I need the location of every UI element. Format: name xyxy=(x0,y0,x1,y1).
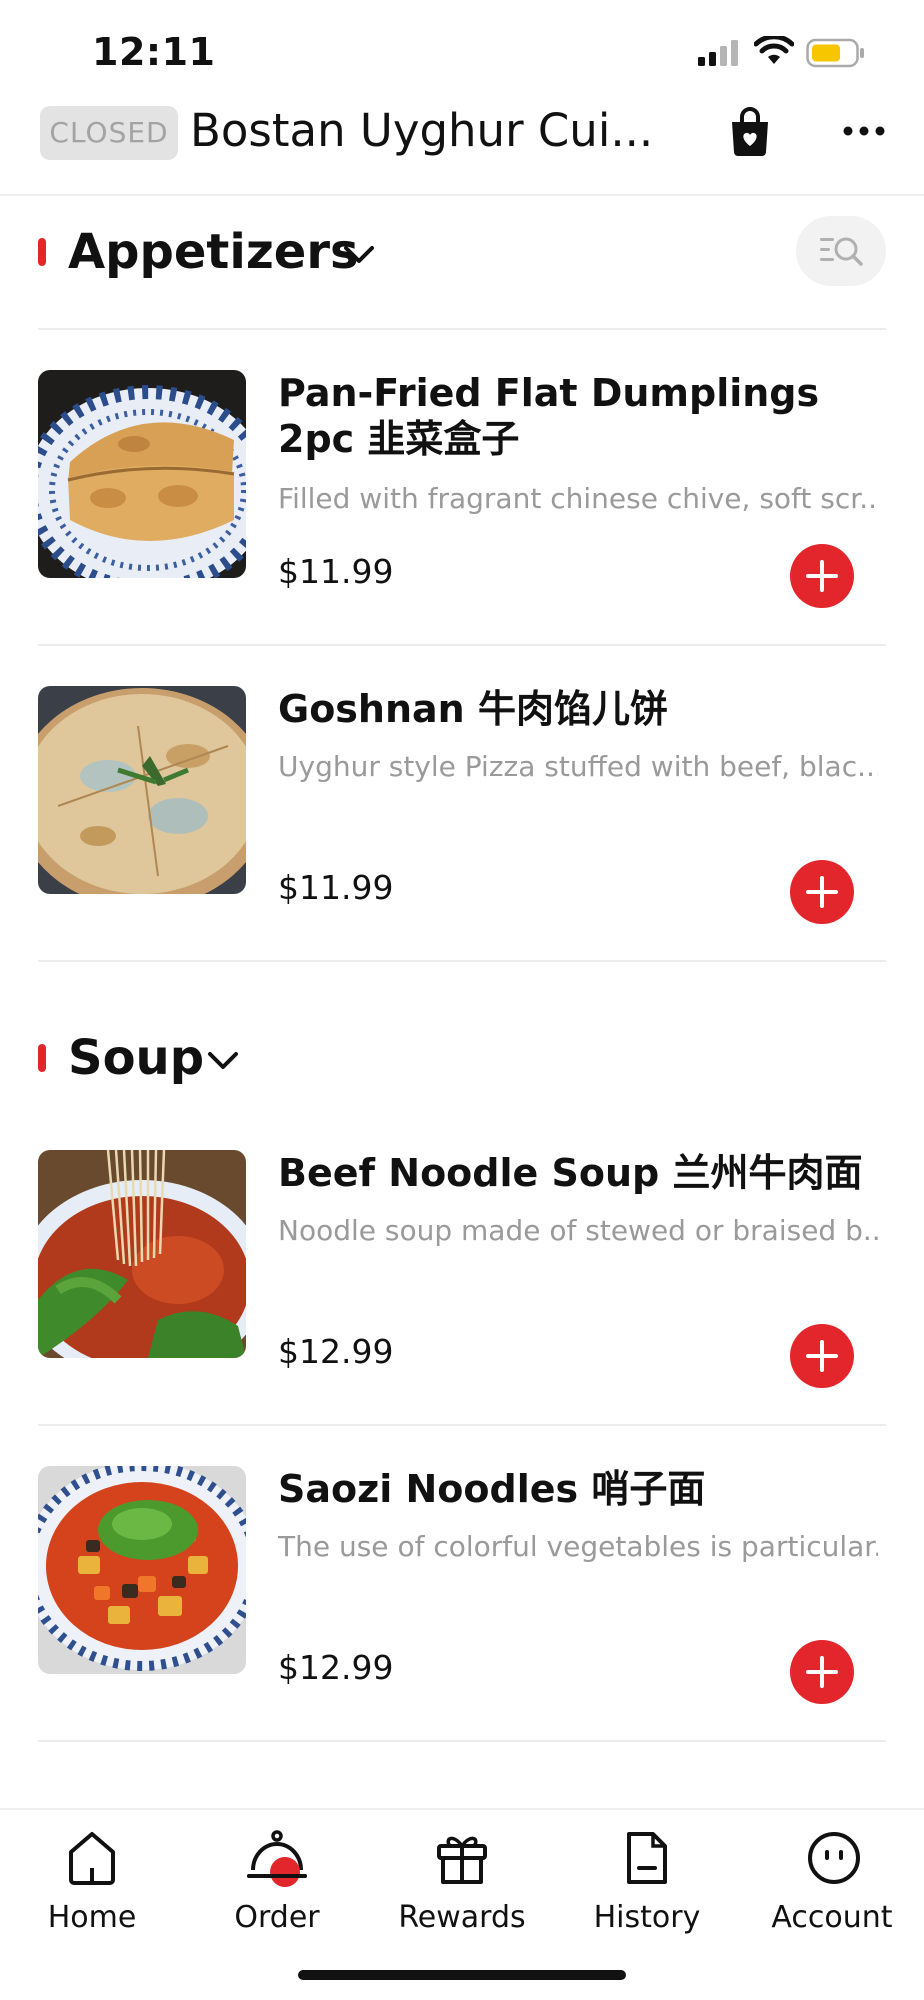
add-to-cart-button[interactable] xyxy=(790,1324,854,1388)
add-to-cart-button[interactable] xyxy=(790,860,854,924)
shopping-bag-icon[interactable] xyxy=(728,106,772,156)
account-icon xyxy=(808,1832,860,1884)
menu-item[interactable]: Saozi Noodles 哨子面 The use of colorful ve… xyxy=(38,1466,886,1736)
menu-search-button[interactable] xyxy=(796,216,886,286)
menu-item[interactable]: Beef Noodle Soup 兰州牛肉面 Noodle soup made … xyxy=(38,1150,886,1420)
tab-label: Home xyxy=(47,1900,137,1935)
section-accent-bar xyxy=(38,238,46,266)
item-description: Filled with fragrant chinese chive, soft… xyxy=(278,482,878,515)
section-accent-bar xyxy=(38,1044,46,1072)
item-name: Goshnan 牛肉馅儿饼 xyxy=(278,687,668,731)
status-time: 12:11 xyxy=(92,30,216,74)
store-title[interactable]: Bostan Uyghur Cui... xyxy=(190,104,653,157)
saozi-noodles-photo xyxy=(38,1466,246,1674)
home-icon xyxy=(69,1832,115,1885)
add-to-cart-button[interactable] xyxy=(790,1640,854,1704)
divider xyxy=(38,328,886,330)
tab-label: Order xyxy=(234,1900,320,1935)
add-to-cart-button[interactable] xyxy=(790,544,854,608)
tab-label: Account xyxy=(771,1900,893,1935)
goshnan-photo xyxy=(38,686,246,894)
dumplings-photo xyxy=(38,370,246,578)
home-indicator[interactable] xyxy=(298,1970,626,1980)
closed-badge: CLOSED xyxy=(40,106,178,160)
item-description: The use of colorful vegetables is partic… xyxy=(278,1530,878,1563)
beef-noodle-soup-photo xyxy=(38,1150,246,1358)
menu-screen: 12:11 CLOSED Bostan Uyghur Cui... Appeti… xyxy=(0,0,924,2000)
item-description: Noodle soup made of stewed or braised b.… xyxy=(278,1214,878,1247)
item-description: Uyghur style Pizza stuffed with beef, bl… xyxy=(278,750,878,783)
divider xyxy=(38,644,886,646)
receipt-icon xyxy=(627,1832,667,1884)
order-cloche-icon xyxy=(247,1830,307,1887)
menu-item[interactable]: Pan-Fried Flat Dumplings 2pc 韭菜盒子 Filled… xyxy=(38,370,886,640)
tab-label: Rewards xyxy=(398,1900,526,1935)
divider xyxy=(38,1740,886,1742)
divider xyxy=(38,1424,886,1426)
store-header: CLOSED Bostan Uyghur Cui... xyxy=(0,100,924,196)
chevron-down-icon xyxy=(344,246,374,263)
tab-label: History xyxy=(593,1900,701,1935)
tab-rewards[interactable]: Rewards xyxy=(370,1810,554,1960)
battery-icon xyxy=(806,38,864,68)
item-name: Pan-Fried Flat Dumplings 2pc 韭菜盒子 xyxy=(278,371,820,461)
item-price: $12.99 xyxy=(278,1648,394,1687)
tab-home[interactable]: Home xyxy=(0,1810,184,1960)
section-title: Soup xyxy=(68,1030,205,1086)
more-options-icon[interactable] xyxy=(842,124,886,138)
item-price: $12.99 xyxy=(278,1332,394,1371)
cellular-signal-icon xyxy=(698,40,738,66)
gift-icon xyxy=(437,1836,487,1884)
search-list-icon xyxy=(820,237,863,266)
item-price: $11.99 xyxy=(278,552,394,591)
item-name: Saozi Noodles 哨子面 xyxy=(278,1467,706,1511)
item-price: $11.99 xyxy=(278,868,394,907)
tab-history[interactable]: History xyxy=(555,1810,739,1960)
section-title: Appetizers xyxy=(68,224,359,280)
divider xyxy=(38,960,886,962)
wifi-icon xyxy=(754,36,794,64)
chevron-down-icon xyxy=(208,1052,238,1069)
menu-item[interactable]: Goshnan 牛肉馅儿饼 Uyghur style Pizza stuffed… xyxy=(38,686,886,956)
tab-account[interactable]: Account xyxy=(740,1810,924,1960)
status-bar: 12:11 xyxy=(0,0,924,100)
tab-order[interactable]: Order xyxy=(185,1810,369,1960)
item-name: Beef Noodle Soup 兰州牛肉面 xyxy=(278,1151,863,1195)
